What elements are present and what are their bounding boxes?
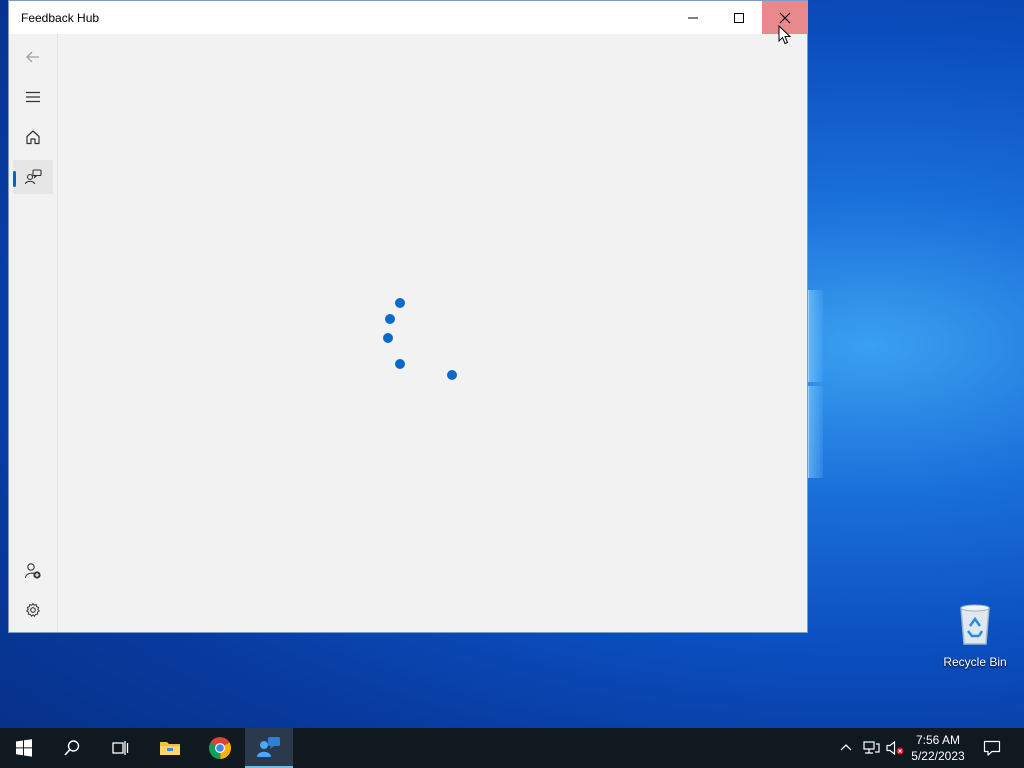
clock-date: 5/22/2023	[911, 749, 965, 763]
network-button[interactable]	[860, 728, 882, 768]
feedback-icon	[24, 169, 42, 185]
feedback-hub-window: Feedback Hub	[8, 0, 808, 633]
recycle-bin-shortcut[interactable]: Recycle Bin	[938, 600, 1012, 669]
progress-dot	[395, 359, 405, 369]
network-icon	[863, 741, 880, 754]
settings-button[interactable]	[13, 593, 53, 627]
progress-dot	[383, 333, 393, 343]
file-explorer-button[interactable]	[146, 728, 194, 768]
volume-button[interactable]	[884, 728, 906, 768]
chevron-up-icon	[840, 744, 852, 751]
recycle-bin-label: Recycle Bin	[943, 655, 1007, 669]
add-account-button[interactable]	[13, 554, 53, 588]
mouse-cursor-icon	[778, 25, 792, 45]
progress-dot	[385, 314, 395, 324]
selection-indicator	[13, 171, 16, 187]
volume-muted-icon	[886, 740, 904, 756]
notification-icon	[983, 740, 1001, 756]
maximize-button[interactable]	[716, 1, 762, 34]
hamburger-icon	[26, 91, 40, 103]
taskbar: 7:56 AM 5/22/2023	[0, 728, 1024, 768]
search-icon	[64, 740, 80, 756]
close-icon	[779, 12, 791, 23]
chrome-button[interactable]	[196, 728, 244, 768]
progress-dot	[447, 370, 457, 380]
add-person-icon	[24, 563, 41, 579]
gear-icon	[26, 603, 40, 617]
home-icon	[26, 130, 40, 145]
minimize-icon	[688, 17, 698, 18]
start-icon	[16, 739, 32, 757]
progress-dot	[395, 298, 405, 308]
navigation-rail	[9, 34, 58, 632]
menu-button[interactable]	[13, 80, 53, 114]
show-hidden-icons-button[interactable]	[836, 728, 856, 768]
action-center-button[interactable]	[978, 728, 1006, 768]
start-button[interactable]	[0, 728, 48, 768]
window-title: Feedback Hub	[21, 11, 100, 25]
task-view-button[interactable]	[96, 728, 144, 768]
desktop-light-beam	[808, 290, 823, 382]
search-button[interactable]	[48, 728, 96, 768]
feedback-nav-button[interactable]	[13, 160, 53, 194]
file-explorer-icon	[160, 742, 180, 755]
task-view-icon	[112, 741, 129, 755]
maximize-icon	[734, 12, 744, 23]
clock-time: 7:56 AM	[915, 733, 961, 747]
home-button[interactable]	[13, 120, 53, 154]
feedback-hub-icon	[257, 737, 280, 757]
feedback-hub-taskbar-button[interactable]	[245, 728, 293, 768]
back-arrow-icon	[26, 51, 39, 63]
title-bar[interactable]: Feedback Hub	[9, 1, 808, 34]
desktop-light-beam	[808, 386, 823, 478]
recycle-bin-icon	[960, 604, 990, 645]
chrome-icon	[209, 737, 231, 760]
system-clock[interactable]: 7:56 AM 5/22/2023	[905, 732, 971, 764]
back-button[interactable]	[13, 40, 53, 74]
minimize-button[interactable]	[670, 1, 716, 34]
